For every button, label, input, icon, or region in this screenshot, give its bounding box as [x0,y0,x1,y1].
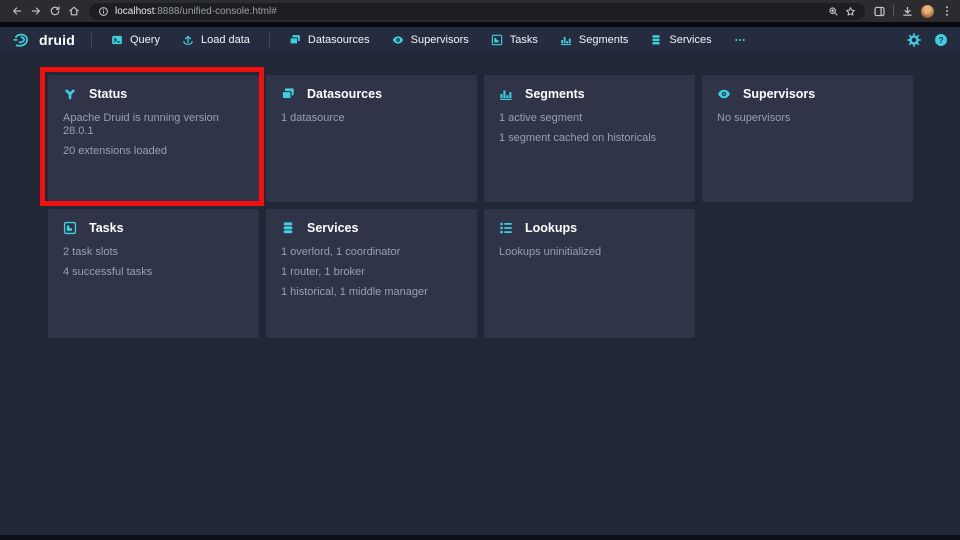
card-line: 1 historical, 1 middle manager [281,286,462,299]
card-title: Services [307,221,358,235]
site-info-icon[interactable] [98,6,109,17]
back-icon[interactable] [7,2,26,20]
nav-item-segments[interactable]: Segments [549,27,640,53]
stacked-squares-icon [281,87,295,101]
card-line: 1 router, 1 broker [281,266,462,279]
card-line: 1 active segment [499,112,680,125]
card-lookups[interactable]: Lookups Lookups uninitialized [484,209,695,338]
gantt-icon [491,34,503,46]
nav-label: Datasources [308,34,370,46]
gantt-icon [63,221,77,235]
card-tasks[interactable]: Tasks 2 task slots 4 successful tasks [48,209,259,338]
druid-logo[interactable]: druid [12,30,83,50]
nav-item-query[interactable]: Query [100,27,171,53]
profile-avatar[interactable] [921,5,934,18]
bookmark-star-icon[interactable] [845,6,856,17]
help-icon[interactable]: ? [934,33,948,47]
reload-icon[interactable] [45,2,64,20]
brand-name: druid [39,32,75,48]
svg-text:?: ? [938,35,943,45]
card-title: Segments [525,87,585,101]
url-host: localhost [115,6,154,17]
address-bar[interactable]: localhost:8888/unified-console.html# [89,3,865,20]
card-title: Tasks [89,221,124,235]
window-bottom-edge [0,535,960,540]
card-datasources[interactable]: Datasources 1 datasource [266,75,477,202]
card-title: Supervisors [743,87,815,101]
card-status[interactable]: Status Apache Druid is running version 2… [48,75,259,202]
list-icon [499,221,513,235]
settings-gear-icon[interactable] [907,33,921,47]
nav-item-services[interactable]: Services [639,27,722,53]
card-line: 20 extensions loaded [63,145,244,158]
card-title: Lookups [525,221,577,235]
kebab-menu-icon[interactable] [941,5,953,17]
stacked-squares-icon [289,34,301,46]
toolbar-separator [893,5,894,17]
nav-label: Tasks [510,34,538,46]
card-line: Apache Druid is running version 28.0.1 [63,112,244,138]
card-line: 1 segment cached on historicals [499,132,680,145]
database-icon [281,221,295,235]
database-icon [650,34,662,46]
url-path: :8888/unified-console.html# [154,6,276,17]
nav-label: Load data [201,34,250,46]
eye-icon [392,34,404,46]
druid-navbar: druid Query Load data Datasources Su [0,27,960,53]
card-line: No supervisors [717,112,898,125]
card-line: 2 task slots [63,246,244,259]
nav-item-datasources[interactable]: Datasources [278,27,381,53]
zoom-level-icon[interactable] [828,6,839,17]
bar-chart-icon [560,34,572,46]
forward-icon[interactable] [26,2,45,20]
card-line: Lookups uninitialized [499,246,680,259]
nav-label: Supervisors [411,34,469,46]
more-menu-button[interactable] [723,27,757,53]
graph-icon [63,87,77,101]
nav-label: Services [669,34,711,46]
card-title: Status [89,87,127,101]
eye-icon [717,87,731,101]
bar-chart-icon [499,87,513,101]
more-icon [734,34,746,46]
download-icon[interactable] [901,5,914,18]
nav-item-load-data[interactable]: Load data [171,27,261,53]
card-title: Datasources [307,87,382,101]
card-line: 1 datasource [281,112,462,125]
browser-toolbar: localhost:8888/unified-console.html# [0,0,960,22]
druid-logo-icon [12,30,32,50]
nav-label: Segments [579,34,629,46]
card-line: 1 overlord, 1 coordinator [281,246,462,259]
card-supervisors[interactable]: Supervisors No supervisors [702,75,913,202]
home-view-cards: Status Apache Druid is running version 2… [48,75,913,338]
console-icon [111,34,123,46]
nav-divider [91,33,92,48]
upload-icon [182,34,194,46]
home-icon[interactable] [64,2,83,20]
nav-label: Query [130,34,160,46]
card-segments[interactable]: Segments 1 active segment 1 segment cach… [484,75,695,202]
toolbar-right-icons [873,5,953,18]
nav-item-tasks[interactable]: Tasks [480,27,549,53]
card-services[interactable]: Services 1 overlord, 1 coordinator 1 rou… [266,209,477,338]
navbar-right: ? [907,33,948,47]
nav-item-supervisors[interactable]: Supervisors [381,27,480,53]
nav-divider [269,33,270,48]
card-line: 4 successful tasks [63,266,244,279]
url-text[interactable]: localhost:8888/unified-console.html# [115,6,822,17]
extensions-icon[interactable] [873,5,886,18]
